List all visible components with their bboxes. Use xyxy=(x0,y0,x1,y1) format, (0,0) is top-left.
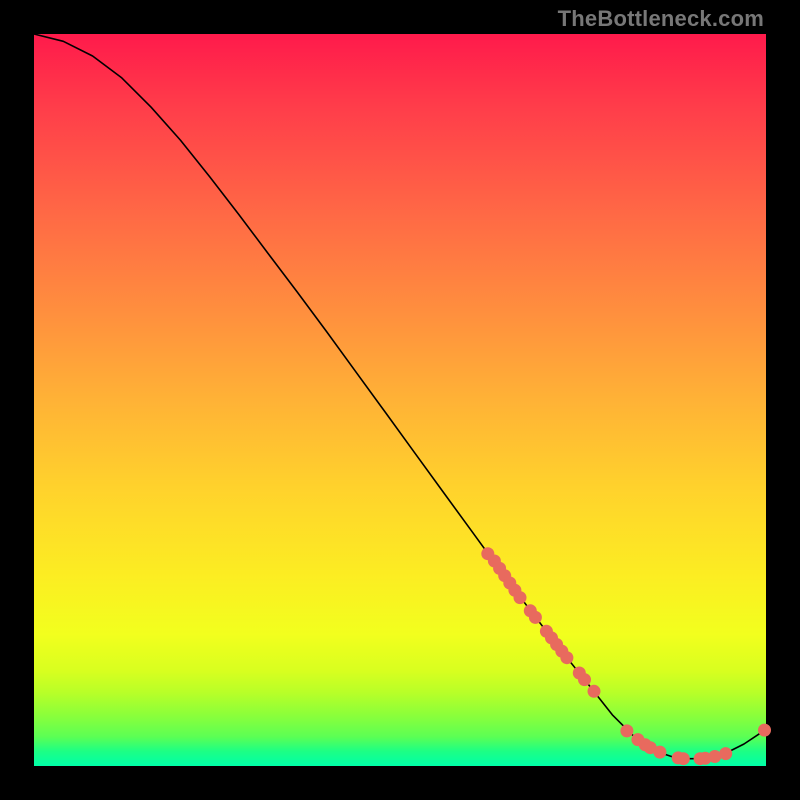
data-dot xyxy=(620,724,633,737)
data-dot xyxy=(653,746,666,759)
data-dot xyxy=(578,673,591,686)
chart-svg xyxy=(34,34,766,766)
data-dot xyxy=(514,591,527,604)
data-dot xyxy=(758,724,771,737)
data-dot xyxy=(719,747,732,760)
watermark-text: TheBottleneck.com xyxy=(558,6,764,32)
curve-line xyxy=(34,34,766,759)
data-dot xyxy=(560,651,573,664)
chart-frame: TheBottleneck.com xyxy=(0,0,800,800)
data-dot xyxy=(529,611,542,624)
data-dot xyxy=(588,685,601,698)
plot-area xyxy=(34,34,766,766)
data-dots xyxy=(481,547,771,765)
data-dot xyxy=(708,750,721,763)
data-dot xyxy=(677,752,690,765)
